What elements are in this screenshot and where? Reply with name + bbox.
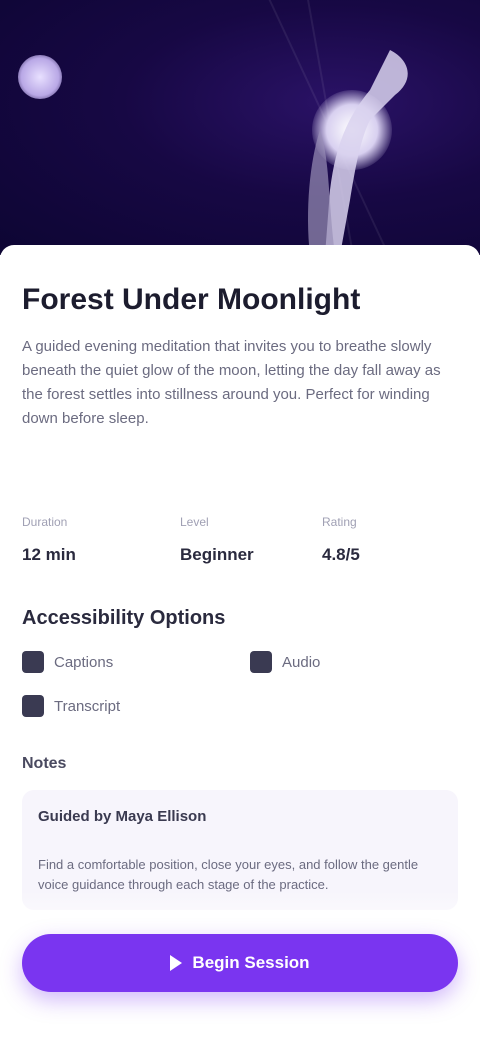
accessibility-title: Accessibility Options bbox=[22, 607, 226, 629]
stat-duration: Duration 12 min bbox=[22, 515, 76, 565]
audio-icon bbox=[250, 651, 272, 673]
stat-level: Level Beginner bbox=[180, 515, 254, 565]
option-label: Transcript bbox=[54, 697, 121, 715]
session-stats: Duration 12 min Level Beginner Rating 4.… bbox=[22, 515, 462, 575]
stat-label: Duration bbox=[22, 515, 68, 529]
session-description: A guided evening meditation that invites… bbox=[22, 338, 441, 427]
begin-session-button[interactable]: Begin Session bbox=[22, 934, 458, 992]
notes-title: Notes bbox=[22, 755, 67, 772]
stat-label: Rating bbox=[322, 515, 357, 529]
stat-label: Level bbox=[180, 515, 209, 529]
notes-card-title: Guided by Maya Ellison bbox=[38, 808, 207, 825]
hero-image bbox=[0, 0, 480, 255]
session-title: Forest Under Moonlight bbox=[22, 283, 361, 316]
stat-value: 4.8/5 bbox=[322, 545, 360, 564]
option-label: Audio bbox=[282, 653, 321, 671]
option-captions[interactable]: Captions bbox=[22, 651, 113, 673]
notes-card-text: Find a comfortable position, close your … bbox=[38, 857, 419, 892]
stat-rating: Rating 4.8/5 bbox=[322, 515, 360, 565]
cta-label: Begin Session bbox=[192, 953, 310, 972]
transcript-icon bbox=[22, 695, 44, 717]
captions-icon bbox=[22, 651, 44, 673]
play-icon bbox=[170, 955, 183, 971]
stat-value: 12 min bbox=[22, 545, 76, 564]
option-audio[interactable]: Audio bbox=[250, 651, 320, 673]
option-label: Captions bbox=[54, 653, 114, 671]
moon-icon bbox=[18, 55, 62, 99]
figure-illustration bbox=[308, 50, 408, 255]
stat-value: Beginner bbox=[180, 545, 254, 564]
option-transcript[interactable]: Transcript bbox=[22, 695, 120, 717]
